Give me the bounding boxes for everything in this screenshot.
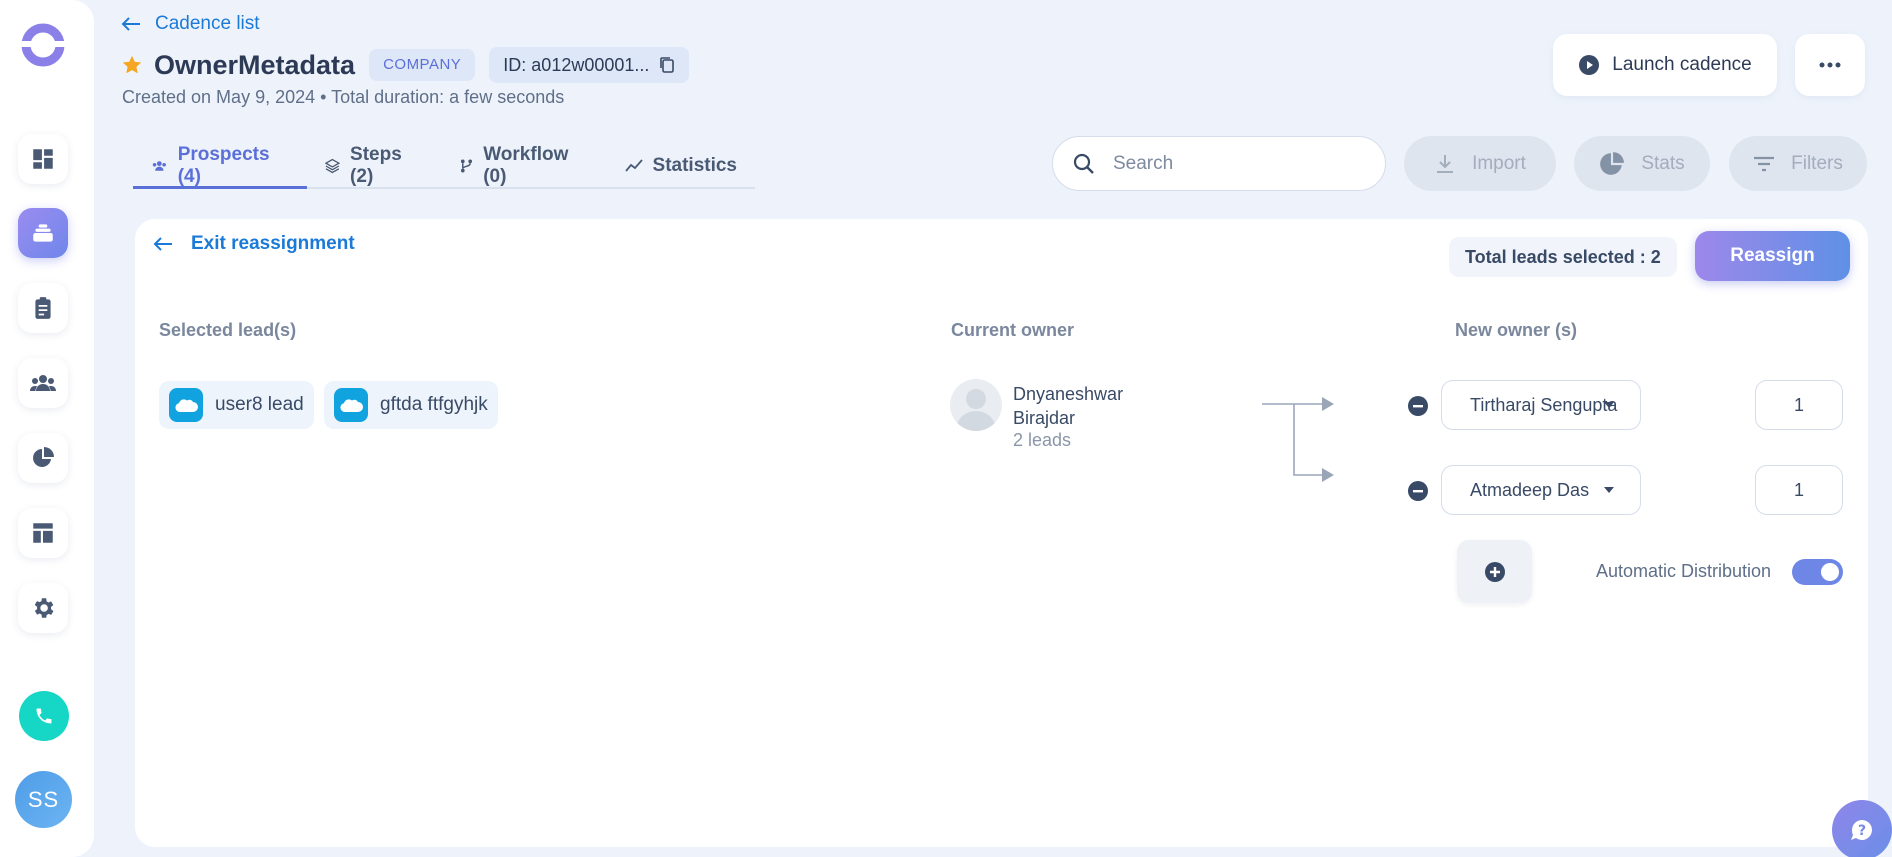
lead-name: user8 lead bbox=[215, 394, 304, 415]
lead-chip[interactable]: user8 lead bbox=[159, 381, 314, 429]
tab-steps-label: Steps (2) bbox=[350, 144, 402, 187]
more-horizontal-icon bbox=[1819, 62, 1841, 68]
help-chat-icon: ? bbox=[1851, 820, 1872, 840]
remove-owner-icon[interactable] bbox=[1407, 480, 1429, 502]
branch-icon bbox=[461, 159, 473, 173]
chevron-down-icon bbox=[1604, 402, 1614, 408]
lead-name: gftda ftfgyhjk bbox=[380, 394, 488, 415]
gear-icon bbox=[34, 598, 54, 618]
cadence-tabs: Prospects (4) Steps (2) Workflow (0) Sta… bbox=[133, 143, 755, 189]
new-owner-name: Tirtharaj Sengupta bbox=[1470, 394, 1618, 415]
search-box[interactable] bbox=[1052, 136, 1386, 191]
cadence-id-chip: ID: a012w00001... bbox=[489, 47, 690, 83]
new-owner-heading: New owner (s) bbox=[1455, 320, 1578, 340]
lead-count-input[interactable]: 1 bbox=[1755, 465, 1843, 515]
salesforce-icon bbox=[169, 388, 203, 422]
cadence-title: OwnerMetadata bbox=[154, 49, 356, 80]
phone-icon bbox=[36, 708, 52, 724]
new-owner-select[interactable]: Tirtharaj Sengupta bbox=[1441, 380, 1641, 430]
templates-nav-button[interactable] bbox=[18, 508, 68, 558]
remove-owner-icon[interactable] bbox=[1407, 395, 1429, 417]
cadence-id-text: ID: a012w00001... bbox=[503, 54, 650, 75]
reassignment-panel: Exit reassignment Total leads selected :… bbox=[135, 219, 1868, 847]
reassign-button[interactable]: Reassign bbox=[1695, 231, 1850, 281]
download-icon bbox=[1437, 154, 1454, 173]
clipboard-icon bbox=[35, 297, 51, 319]
new-owner-select[interactable]: Atmadeep Das bbox=[1441, 465, 1641, 515]
reports-nav-button[interactable] bbox=[18, 433, 68, 483]
launch-cadence-button[interactable]: Launch cadence bbox=[1553, 34, 1777, 96]
lead-chip[interactable]: gftda ftfgyhjk bbox=[324, 381, 498, 429]
import-label: Import bbox=[1472, 152, 1526, 174]
dashboard-icon bbox=[33, 149, 53, 169]
import-button[interactable]: Import bbox=[1404, 136, 1556, 191]
pie-chart-icon bbox=[1600, 151, 1625, 175]
tab-prospects[interactable]: Prospects (4) bbox=[133, 143, 308, 189]
pie-chart-icon bbox=[33, 447, 54, 467]
filter-icon bbox=[1754, 156, 1775, 171]
tab-workflow-label: Workflow (0) bbox=[483, 144, 569, 187]
filters-button[interactable]: Filters bbox=[1729, 136, 1867, 191]
salesforce-icon bbox=[334, 388, 368, 422]
lead-count-input[interactable]: 1 bbox=[1755, 380, 1843, 430]
total-leads-selected: Total leads selected : 2 bbox=[1449, 237, 1677, 277]
people-icon bbox=[152, 160, 166, 171]
star-icon[interactable] bbox=[121, 54, 143, 76]
tab-steps[interactable]: Steps (2) bbox=[307, 144, 442, 187]
layers-icon bbox=[325, 158, 341, 174]
automatic-distribution-label: Automatic Distribution bbox=[1596, 561, 1772, 581]
help-chat-button[interactable]: ? bbox=[1832, 800, 1892, 857]
current-owner-lead-count: 2 leads bbox=[1013, 430, 1072, 450]
stack-icon bbox=[33, 224, 53, 242]
people-nav-button[interactable] bbox=[18, 358, 68, 408]
title-row: OwnerMetadata COMPANY ID: a012w00001... bbox=[121, 47, 690, 83]
cadence-subtitle: Created on May 9, 2024 • Total duration:… bbox=[122, 87, 565, 107]
chevron-down-icon bbox=[1604, 487, 1614, 493]
layout-icon bbox=[33, 523, 53, 543]
distribution-arrows bbox=[1262, 397, 1334, 482]
play-circle-icon bbox=[1579, 55, 1600, 75]
cadence-nav-button[interactable] bbox=[18, 208, 68, 258]
launch-cadence-label: Launch cadence bbox=[1612, 54, 1752, 75]
current-owner-heading: Current owner bbox=[951, 320, 1075, 340]
new-owner-name: Atmadeep Das bbox=[1470, 479, 1590, 500]
back-link-label: Cadence list bbox=[155, 13, 260, 34]
current-owner-name: Dnyaneshwar Birajdar bbox=[1013, 384, 1124, 428]
toggle-knob bbox=[1821, 563, 1839, 581]
user-avatar[interactable]: SS bbox=[15, 771, 72, 828]
phone-button[interactable] bbox=[19, 691, 69, 741]
owner-avatar bbox=[950, 379, 1002, 431]
filters-label: Filters bbox=[1791, 152, 1843, 174]
plus-circle-icon bbox=[1484, 561, 1505, 582]
tab-statistics-label: Statistics bbox=[652, 155, 737, 176]
tab-statistics[interactable]: Statistics bbox=[607, 145, 755, 187]
tab-prospects-label: Prospects (4) bbox=[177, 143, 270, 187]
back-to-cadence-list-link[interactable]: Cadence list bbox=[121, 13, 260, 35]
selected-leads-heading: Selected lead(s) bbox=[159, 320, 297, 340]
exit-reassignment-label: Exit reassignment bbox=[191, 233, 355, 254]
tasks-nav-button[interactable] bbox=[18, 283, 68, 333]
tab-workflow[interactable]: Workflow (0) bbox=[442, 144, 606, 187]
people-icon bbox=[30, 375, 56, 391]
sidebar: SS bbox=[0, 0, 94, 857]
arrow-left-icon bbox=[153, 237, 172, 251]
stats-button[interactable]: Stats bbox=[1574, 136, 1710, 191]
exit-reassignment-link[interactable]: Exit reassignment bbox=[153, 233, 355, 255]
add-owner-button[interactable] bbox=[1457, 540, 1532, 603]
more-options-button[interactable] bbox=[1795, 34, 1865, 96]
type-badge: COMPANY bbox=[369, 49, 476, 81]
search-input[interactable] bbox=[1113, 152, 1353, 175]
arrow-left-icon bbox=[121, 17, 140, 31]
stats-label: Stats bbox=[1641, 152, 1685, 174]
settings-nav-button[interactable] bbox=[18, 583, 68, 633]
dashboard-nav-button[interactable] bbox=[18, 134, 68, 184]
automatic-distribution-toggle[interactable] bbox=[1792, 559, 1843, 585]
trend-icon bbox=[624, 159, 643, 172]
app-logo[interactable] bbox=[19, 21, 67, 69]
search-icon bbox=[1073, 153, 1094, 174]
svg-text:?: ? bbox=[1858, 823, 1866, 839]
copy-icon[interactable] bbox=[659, 56, 675, 74]
